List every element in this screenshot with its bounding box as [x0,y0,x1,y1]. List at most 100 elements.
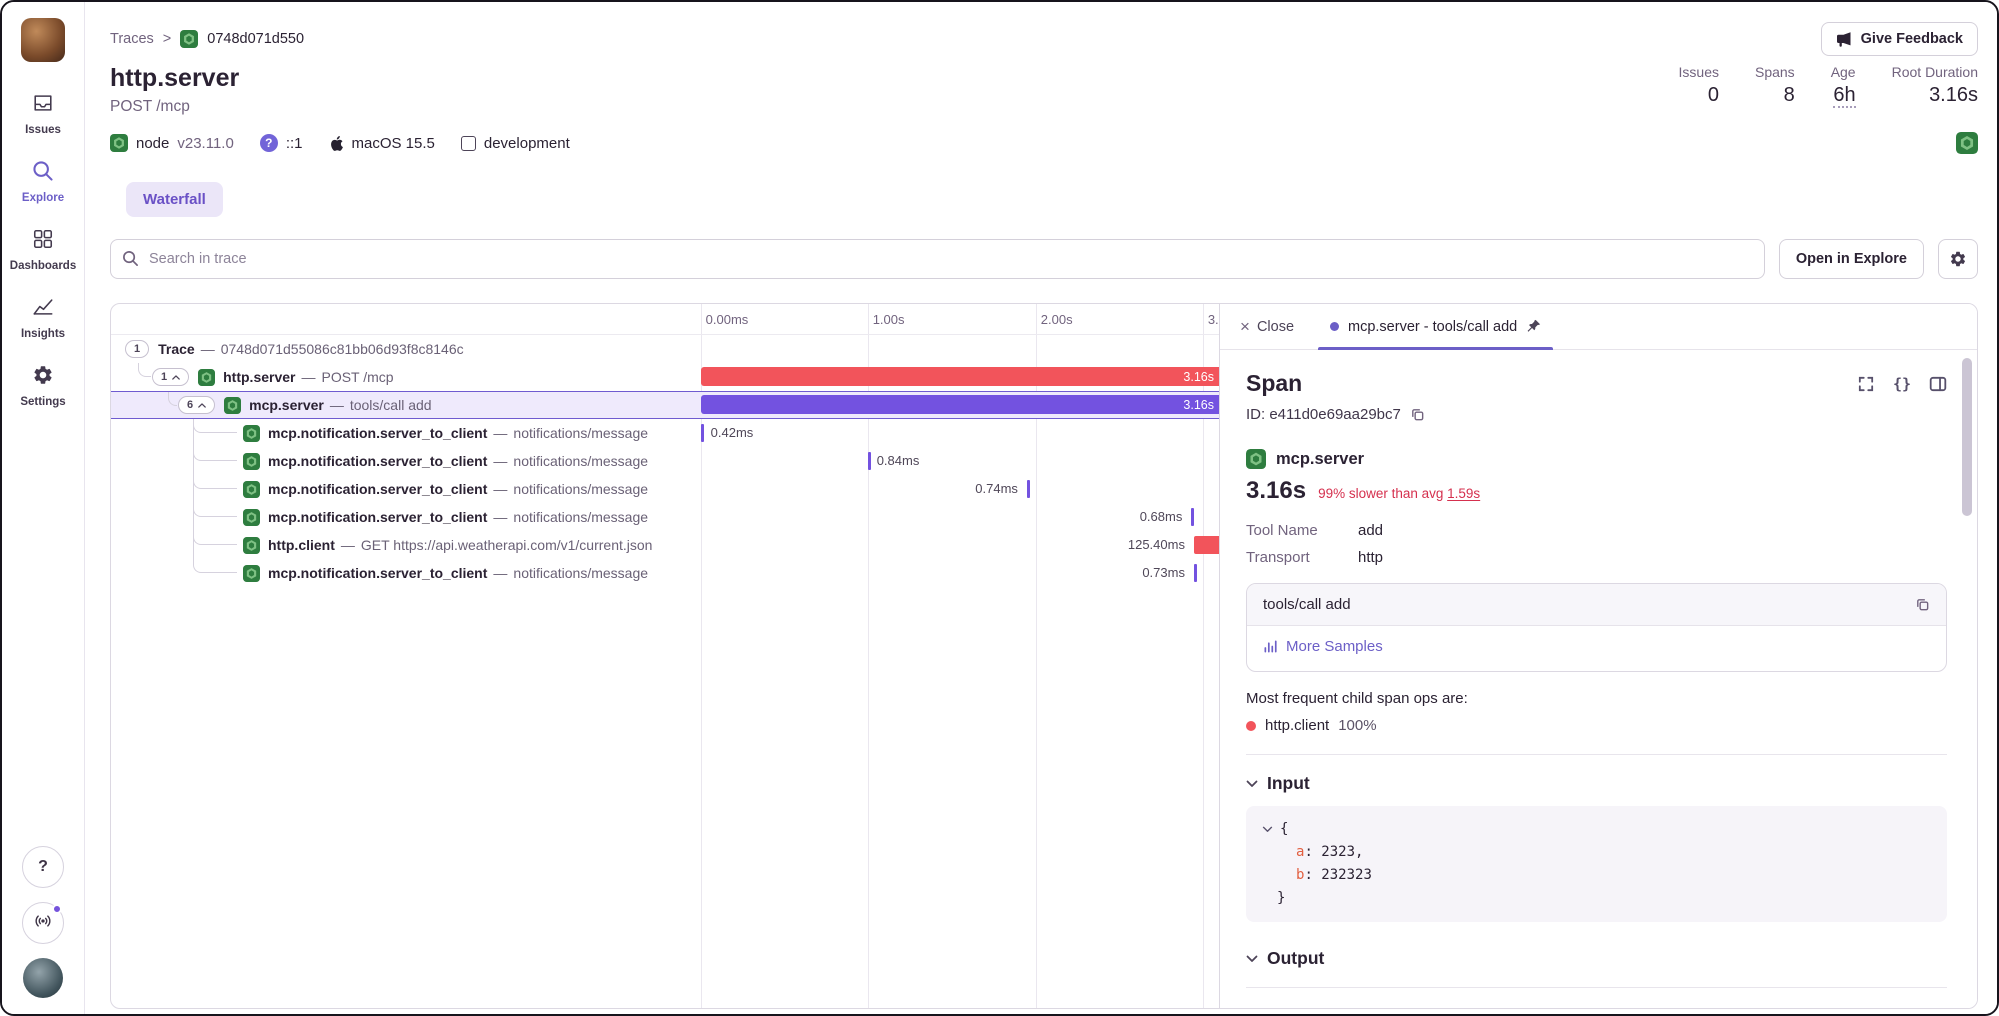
open-in-explore-button[interactable]: Open in Explore [1779,239,1924,279]
child-ops-label: Most frequent child span ops are: [1246,690,1947,707]
collapse-chip[interactable]: 6 [178,396,215,414]
stat-age: Age 6h [1831,64,1856,107]
breadcrumb-traces[interactable]: Traces [110,31,154,47]
pin-icon[interactable] [1526,319,1541,334]
node-icon [198,369,215,386]
user-avatar[interactable] [23,958,63,998]
copy-icon[interactable] [1410,407,1425,422]
span-bar[interactable] [701,424,704,442]
span-bar[interactable] [868,452,871,470]
span-details-panel: × Close mcp.server - tools/call add Span [1219,304,1977,1008]
span-duration: 3.16s [1246,477,1306,505]
whats-new-button[interactable] [22,902,64,944]
org-avatar[interactable] [21,18,65,62]
chevron-up-icon [198,403,206,408]
give-feedback-label: Give Feedback [1861,31,1963,47]
waterfall: 0.00ms 1.00s 2.00s 3.00s 1 Trace — 0748d… [111,304,1219,1008]
tag-ip[interactable]: ? ::1 [260,134,303,152]
details-tab[interactable]: mcp.server - tools/call add [1318,304,1553,349]
sidebar-item-insights[interactable]: Insights [21,296,65,340]
node-icon [1246,449,1266,469]
span-color-dot [1330,322,1339,331]
close-details-button[interactable]: × Close [1230,304,1304,349]
input-section-toggle[interactable]: Input [1246,773,1947,794]
span-description-card: tools/call add More Samples [1246,583,1947,672]
span-bar[interactable] [1194,564,1197,582]
json-view-icon[interactable]: {} [1893,375,1911,393]
search-icon [122,250,139,267]
copy-icon[interactable] [1915,597,1930,612]
child-op-name: http.client [1265,717,1329,734]
output-section-toggle[interactable]: Output [1246,948,1947,969]
input-json-viewer: { a: 2323, b: 232323 } [1246,806,1947,922]
table-row-selected[interactable]: 6 mcp.server — tools/call add 3.16s [111,391,1219,419]
give-feedback-button[interactable]: Give Feedback [1821,22,1978,56]
broadcast-icon [33,911,53,936]
close-icon: × [1240,317,1250,337]
node-icon [243,537,260,554]
collapse-chip[interactable]: 1 [152,368,189,386]
project-icon[interactable] [1956,132,1978,154]
node-icon [110,134,128,152]
tag-os[interactable]: macOS 15.5 [329,134,435,152]
node-icon [243,425,260,442]
node-icon [243,481,260,498]
span-bar[interactable] [1027,480,1030,498]
table-row[interactable]: 1 http.server — POST /mcp 3.16s [111,363,1219,391]
more-samples-link[interactable]: More Samples [1263,638,1383,655]
help-button[interactable]: ? [22,846,64,888]
span-op: mcp.server [1276,450,1364,469]
table-row[interactable]: 1 Trace — 0748d071d55086c81bb06d93f8c814… [111,335,1219,363]
details-body: Span {} ID: e411d0e69aa29bc7 mcp.s [1220,350,1977,1008]
node-icon [224,397,241,414]
tag-environment[interactable]: development [461,135,570,152]
child-op-row: http.client 100% [1246,717,1947,734]
panel-layout-icon[interactable] [1929,375,1947,393]
node-icon [243,509,260,526]
table-row[interactable]: mcp.notification.server_to_client — noti… [111,475,1219,503]
op-color-dot [1246,721,1256,731]
span-bar[interactable] [1191,508,1194,526]
span-bar[interactable]: 3.16s [701,395,1219,414]
title-row: http.server POST /mcp Issues 0 Spans 8 A… [110,64,1978,116]
node-icon [243,453,260,470]
breadcrumb-separator: > [163,31,171,47]
tab-waterfall[interactable]: Waterfall [126,182,223,217]
details-heading: Span [1246,370,1302,397]
chevron-down-icon [1246,780,1258,788]
stat-issues: Issues 0 [1679,64,1719,107]
trace-settings-button[interactable] [1938,239,1978,279]
duration-comparison: 99% slower than avg 1.59s [1318,486,1480,501]
table-row[interactable]: mcp.notification.server_to_client — noti… [111,447,1219,475]
span-bar[interactable] [1194,536,1219,554]
chevron-down-icon[interactable] [1262,826,1273,833]
details-tab-bar: × Close mcp.server - tools/call add [1220,304,1977,350]
sidebar-item-dashboards[interactable]: Dashboards [10,228,76,272]
stat-spans: Spans 8 [1755,64,1795,107]
table-row[interactable]: http.client — GET https://api.weatherapi… [111,531,1219,559]
environment-icon [461,136,476,151]
sidebar-bottom: ? [22,846,64,1014]
sidebar-item-explore[interactable]: Explore [22,160,64,204]
page-title: http.server [110,64,239,93]
question-icon: ? [38,858,48,876]
sidebar-item-label: Insights [21,328,65,340]
inbox-icon [32,92,54,119]
unknown-browser-icon: ? [260,134,278,152]
span-bar[interactable]: 3.16s [701,367,1219,386]
table-row[interactable]: mcp.notification.server_to_client — noti… [111,503,1219,531]
sidebar-item-settings[interactable]: Settings [20,364,65,408]
sidebar-item-issues[interactable]: Issues [25,92,61,136]
search-box [110,239,1765,279]
span-attributes: Tool Name add Transport http [1246,517,1947,571]
gear-icon [1949,250,1967,268]
tag-runtime[interactable]: node v23.11.0 [110,134,234,152]
table-row[interactable]: mcp.notification.server_to_client — noti… [111,419,1219,447]
details-scrollbar[interactable] [1962,358,1972,516]
breadcrumb-trace-id[interactable]: 0748d071d550 [207,31,304,47]
span-count-chip[interactable]: 1 [125,340,149,358]
table-row[interactable]: mcp.notification.server_to_client — noti… [111,559,1219,587]
search-input[interactable] [110,239,1765,279]
page-subtitle: POST /mcp [110,98,239,116]
expand-icon[interactable] [1857,375,1875,393]
